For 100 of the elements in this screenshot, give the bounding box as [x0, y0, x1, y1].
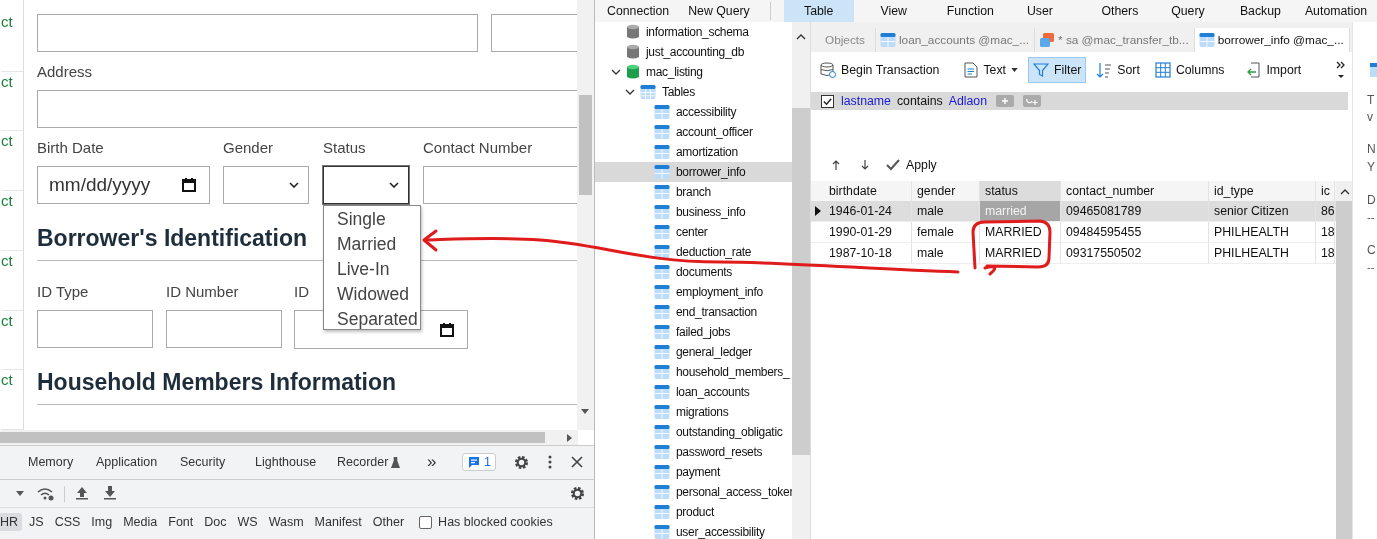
filter-chip[interactable]: CSS	[50, 513, 85, 531]
apply-button[interactable]: Apply	[886, 158, 937, 172]
menu-item[interactable]: New Query	[675, 4, 756, 18]
caret-down-icon[interactable]	[16, 491, 24, 496]
toolbar-button[interactable]: Text	[959, 57, 1023, 83]
ribbon-tab[interactable]: Backup	[1239, 0, 1281, 22]
input-field[interactable]	[166, 310, 282, 348]
issues-badge[interactable]: 1	[462, 453, 496, 471]
input-field[interactable]	[37, 14, 478, 52]
tree-item[interactable]: borrower_info	[595, 162, 792, 182]
tree-item[interactable]: product	[595, 502, 792, 522]
more-tabs-button[interactable]: »	[427, 452, 437, 472]
upload-icon[interactable]	[76, 486, 88, 500]
filter-operator[interactable]: contains	[896, 94, 943, 108]
input-field[interactable]	[37, 90, 577, 128]
sidebar-link-text[interactable]: ct	[1, 71, 23, 132]
input-field[interactable]	[423, 166, 577, 204]
scroll-down-icon[interactable]	[581, 409, 589, 414]
tree-item[interactable]: documents	[595, 262, 792, 282]
scrollbar[interactable]	[577, 0, 594, 430]
toolbar-button[interactable]: Filter	[1028, 57, 1087, 83]
sidebar-link-text[interactable]: ct	[1, 191, 23, 251]
arrow-down-icon[interactable]	[861, 160, 869, 170]
dropdown-option[interactable]: Widowed	[324, 282, 420, 307]
network-settings-icon[interactable]	[37, 487, 55, 501]
more-options-icon[interactable]	[548, 455, 552, 469]
input-field[interactable]	[37, 310, 153, 348]
ribbon-tab[interactable]: Table	[783, 0, 854, 22]
tree-item[interactable]: just_accounting_db	[595, 42, 792, 62]
tree-item[interactable]: loan_accounts	[595, 382, 792, 402]
filter-field[interactable]: lastname	[841, 94, 891, 108]
ribbon-tab[interactable]: Automation	[1304, 0, 1368, 22]
dropdown-option[interactable]: Single	[324, 207, 420, 232]
filter-chip[interactable]: Img	[87, 513, 117, 531]
devtools-tab[interactable]: Lighthouse	[255, 455, 317, 469]
ribbon-tab[interactable]: View	[873, 0, 914, 22]
download-icon[interactable]	[104, 486, 116, 500]
tree-item[interactable]: user_accessibility	[595, 522, 792, 539]
filter-chip[interactable]: Media	[119, 513, 162, 531]
toolbar-button[interactable]: Sort	[1091, 57, 1145, 83]
tree-item[interactable]: migrations	[595, 402, 792, 422]
tree-item[interactable]: personal_access_toker	[595, 482, 792, 502]
devtools-tab[interactable]: Security	[180, 455, 226, 469]
tree-item[interactable]: employment_info	[595, 282, 792, 302]
close-icon[interactable]	[571, 456, 583, 468]
tree-item[interactable]: general_ledger	[595, 342, 792, 362]
filter-chip[interactable]: Font	[164, 513, 198, 531]
ribbon-tab[interactable]: Query	[1167, 0, 1208, 22]
input-field[interactable]	[491, 14, 577, 52]
tree-item[interactable]: information_schema	[595, 22, 792, 42]
tree-item[interactable]: amortization	[595, 142, 792, 162]
editor-tab[interactable]: * sa @mac_transfer_tb...	[1035, 28, 1195, 52]
settings-icon[interactable]	[514, 455, 529, 470]
dropdown-option[interactable]: Live-In	[324, 257, 420, 282]
toolbar-button[interactable]: Begin Transaction	[815, 57, 945, 83]
ribbon-tab[interactable]: User	[1019, 0, 1060, 22]
table-row[interactable]: 1987-10-18 male MARRIED 09317550502 PHILHEALTH 18	[811, 243, 1336, 264]
checkbox[interactable]	[821, 94, 834, 108]
dropdown-option[interactable]: Separated	[324, 307, 420, 332]
column-header[interactable]: status	[980, 181, 1061, 201]
scroll-right-icon[interactable]	[567, 434, 572, 442]
tree-item[interactable]: password_resets	[595, 442, 792, 462]
ribbon-tab[interactable]: Function	[946, 0, 994, 22]
filter-chip[interactable]: Manifest	[310, 513, 366, 531]
dropdown-option[interactable]: Married	[324, 232, 420, 257]
devtools-tab[interactable]: Application	[96, 455, 158, 469]
sidebar-link-text[interactable]: ct	[1, 12, 23, 72]
scroll-up-icon[interactable]	[796, 34, 806, 40]
tree-item[interactable]: deduction_rate	[595, 242, 792, 262]
tree-item[interactable]: outstanding_obligatic	[595, 422, 792, 442]
ribbon-tab[interactable]: Others	[1099, 0, 1140, 22]
date-field[interactable]: mm/dd/yyyy	[37, 166, 210, 204]
editor-tab[interactable]: loan_accounts @mac_...	[876, 28, 1035, 52]
devtools-tab[interactable]: Memory	[28, 455, 74, 469]
filter-chip[interactable]: Other	[368, 513, 409, 531]
tree-item[interactable]: Tables	[595, 82, 792, 102]
toolbar-button[interactable]: Columns	[1149, 57, 1230, 83]
menu-item[interactable]: Connection	[595, 4, 676, 18]
filter-chip[interactable]: WS	[233, 513, 262, 531]
sidebar-link-text[interactable]: ct	[1, 310, 23, 371]
tree-item[interactable]: failed_jobs	[595, 322, 792, 342]
table-row[interactable]: 1990-01-29 female MARRIED 09484595455 PHILHEALTH 18	[811, 222, 1336, 243]
scrollbar-thumb[interactable]	[0, 432, 545, 443]
chevron-down-icon[interactable]	[625, 89, 635, 95]
checkbox[interactable]	[419, 515, 433, 529]
sidebar-link-text[interactable]: ct	[1, 131, 23, 192]
select-field[interactable]	[323, 166, 409, 204]
editor-tab[interactable]: borrower_info @mac_...	[1194, 28, 1350, 52]
tree-item[interactable]: mac_listing	[595, 62, 792, 82]
tree-item[interactable]: center	[595, 222, 792, 242]
scrollbar-thumb[interactable]	[579, 95, 592, 195]
tree-item[interactable]: business_info	[595, 202, 792, 222]
filter-chip[interactable]: JS	[25, 513, 48, 531]
filter-chip[interactable]: HR	[0, 513, 23, 531]
filter-value[interactable]: Adlaon	[948, 94, 987, 108]
tree-item[interactable]: end_transaction	[595, 302, 792, 322]
arrow-up-icon[interactable]	[832, 160, 840, 170]
devtools-tab[interactable]: Recorder	[337, 455, 389, 469]
toolbar-button[interactable]: Import	[1240, 57, 1307, 83]
sidebar-link-text[interactable]: ct	[1, 250, 23, 311]
